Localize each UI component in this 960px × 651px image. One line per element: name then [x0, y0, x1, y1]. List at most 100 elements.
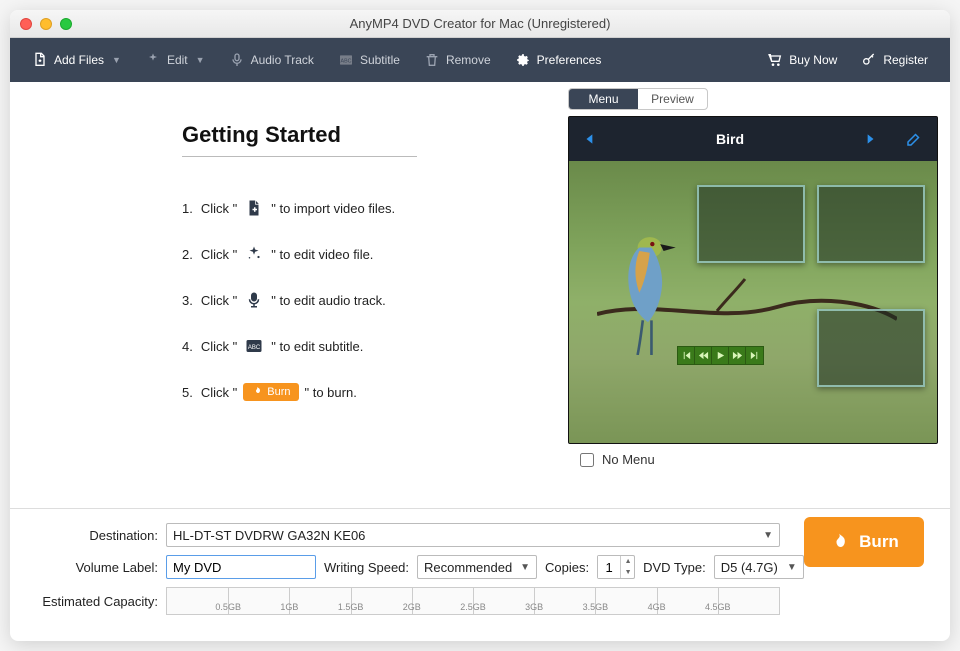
destination-select[interactable]: HL-DT-ST DVDRW GA32N KE06 ▼ — [166, 523, 780, 547]
divider — [182, 156, 417, 157]
capacity-tick-label: 2.5GB — [460, 602, 486, 612]
subtitle-icon: ABC — [243, 336, 265, 356]
fast-forward-button[interactable] — [729, 347, 746, 364]
menu-thumbnail-3[interactable] — [817, 309, 925, 387]
step-1: 1. Click " " to import video files. — [182, 185, 556, 231]
capacity-tick-label: 1.5GB — [338, 602, 364, 612]
step-4: 4. Click " ABC " to edit subtitle. — [182, 323, 556, 369]
copies-up[interactable]: ▲ — [621, 556, 635, 567]
sparkle-icon — [145, 52, 161, 68]
prev-template-button[interactable] — [583, 132, 597, 146]
svg-text:ABC: ABC — [340, 59, 351, 65]
key-icon — [861, 52, 877, 68]
register-label: Register — [883, 53, 928, 67]
tab-menu[interactable]: Menu — [569, 89, 638, 109]
sparkle-icon — [243, 244, 265, 264]
audio-track-label: Audio Track — [251, 53, 314, 67]
dvd-type-select[interactable]: D5 (4.7G) ▼ — [714, 555, 804, 579]
subtitle-button[interactable]: ABC Subtitle — [328, 46, 410, 74]
no-menu-checkbox[interactable] — [580, 453, 594, 467]
writing-speed-label: Writing Speed: — [324, 560, 409, 575]
play-button[interactable] — [712, 347, 729, 364]
edit-menu-button[interactable] — [905, 130, 923, 148]
tab-preview[interactable]: Preview — [638, 89, 707, 109]
chevron-down-icon: ▼ — [196, 55, 205, 65]
burn-button-label: Burn — [859, 532, 899, 552]
copies-input[interactable] — [598, 556, 620, 578]
getting-started-panel: Getting Started 1. Click " " to import v… — [22, 82, 556, 508]
volume-label-input[interactable] — [166, 555, 316, 579]
add-files-icon — [243, 198, 265, 218]
capacity-tick-label: 0.5GB — [215, 602, 241, 612]
skip-back-button[interactable] — [678, 347, 695, 364]
preview-play-controls — [677, 346, 764, 365]
buy-now-label: Buy Now — [789, 53, 837, 67]
microphone-icon — [243, 290, 265, 310]
chevron-down-icon: ▼ — [112, 55, 121, 65]
burn-pill: Burn — [243, 383, 298, 401]
gear-icon — [515, 52, 531, 68]
remove-label: Remove — [446, 53, 491, 67]
step-5: 5. Click " Burn " to burn. — [182, 369, 556, 415]
capacity-tick-label: 3GB — [525, 602, 543, 612]
menu-thumbnail-2[interactable] — [817, 185, 925, 263]
add-files-button[interactable]: Add Files ▼ — [22, 46, 131, 74]
buy-now-button[interactable]: Buy Now — [757, 46, 847, 74]
volume-label-label: Volume Label: — [30, 560, 158, 575]
subtitle-icon: ABC — [338, 52, 354, 68]
copies-label: Copies: — [545, 560, 589, 575]
capacity-tick-label: 4.5GB — [705, 602, 731, 612]
main-area: Getting Started 1. Click " " to import v… — [10, 82, 950, 508]
next-template-button[interactable] — [863, 132, 877, 146]
microphone-icon — [229, 52, 245, 68]
no-menu-label: No Menu — [602, 452, 655, 467]
dvd-type-label: DVD Type: — [643, 560, 706, 575]
estimated-capacity-label: Estimated Capacity: — [30, 594, 158, 609]
menu-header: Bird — [569, 117, 937, 161]
edit-label: Edit — [167, 53, 188, 67]
capacity-tick-label: 3.5GB — [583, 602, 609, 612]
window-title: AnyMP4 DVD Creator for Mac (Unregistered… — [10, 16, 950, 31]
copies-stepper[interactable]: ▲ ▼ — [597, 555, 635, 579]
remove-button[interactable]: Remove — [414, 46, 501, 74]
capacity-tick-label: 1GB — [280, 602, 298, 612]
step-2: 2. Click " " to edit video file. — [182, 231, 556, 277]
capacity-tick-label: 4GB — [648, 602, 666, 612]
menu-thumbnail-1[interactable] — [697, 185, 805, 263]
skip-forward-button[interactable] — [746, 347, 763, 364]
audio-track-button[interactable]: Audio Track — [219, 46, 324, 74]
preferences-label: Preferences — [537, 53, 602, 67]
burn-button[interactable]: Burn — [804, 517, 924, 567]
toolbar: Add Files ▼ Edit ▼ Audio Track ABC Subti… — [10, 38, 950, 82]
subtitle-label: Subtitle — [360, 53, 400, 67]
add-files-label: Add Files — [54, 53, 104, 67]
getting-started-title: Getting Started — [182, 122, 556, 148]
edit-button[interactable]: Edit ▼ — [135, 46, 215, 74]
destination-label: Destination: — [30, 528, 158, 543]
chevron-down-icon: ▼ — [520, 562, 530, 573]
template-name: Bird — [597, 131, 863, 147]
chevron-down-icon: ▼ — [763, 530, 773, 541]
trash-icon — [424, 52, 440, 68]
menu-preview-canvas[interactable] — [569, 161, 937, 443]
register-button[interactable]: Register — [851, 46, 938, 74]
svg-text:ABC: ABC — [248, 345, 261, 351]
titlebar: AnyMP4 DVD Creator for Mac (Unregistered… — [10, 10, 950, 38]
add-files-icon — [32, 52, 48, 68]
preview-panel: Menu Preview Bird — [568, 82, 938, 508]
destination-value: HL-DT-ST DVDRW GA32N KE06 — [173, 528, 365, 543]
step-3: 3. Click " " to edit audio track. — [182, 277, 556, 323]
preview-tabs: Menu Preview — [568, 88, 708, 110]
chevron-down-icon: ▼ — [787, 562, 797, 573]
cart-icon — [767, 52, 783, 68]
writing-speed-select[interactable]: Recommended ▼ — [417, 555, 537, 579]
bottom-panel: Destination: HL-DT-ST DVDRW GA32N KE06 ▼… — [10, 508, 950, 641]
no-menu-checkbox-row[interactable]: No Menu — [568, 452, 938, 467]
preferences-button[interactable]: Preferences — [505, 46, 612, 74]
menu-preview-area: Bird — [568, 116, 938, 444]
rewind-button[interactable] — [695, 347, 712, 364]
capacity-bar: 0.5GB 1GB 1.5GB 2GB 2.5GB 3GB 3.5GB 4GB 4.5GB — [166, 587, 780, 615]
copies-down[interactable]: ▼ — [621, 567, 635, 578]
app-window: AnyMP4 DVD Creator for Mac (Unregistered… — [10, 10, 950, 641]
capacity-tick-label: 2GB — [403, 602, 421, 612]
